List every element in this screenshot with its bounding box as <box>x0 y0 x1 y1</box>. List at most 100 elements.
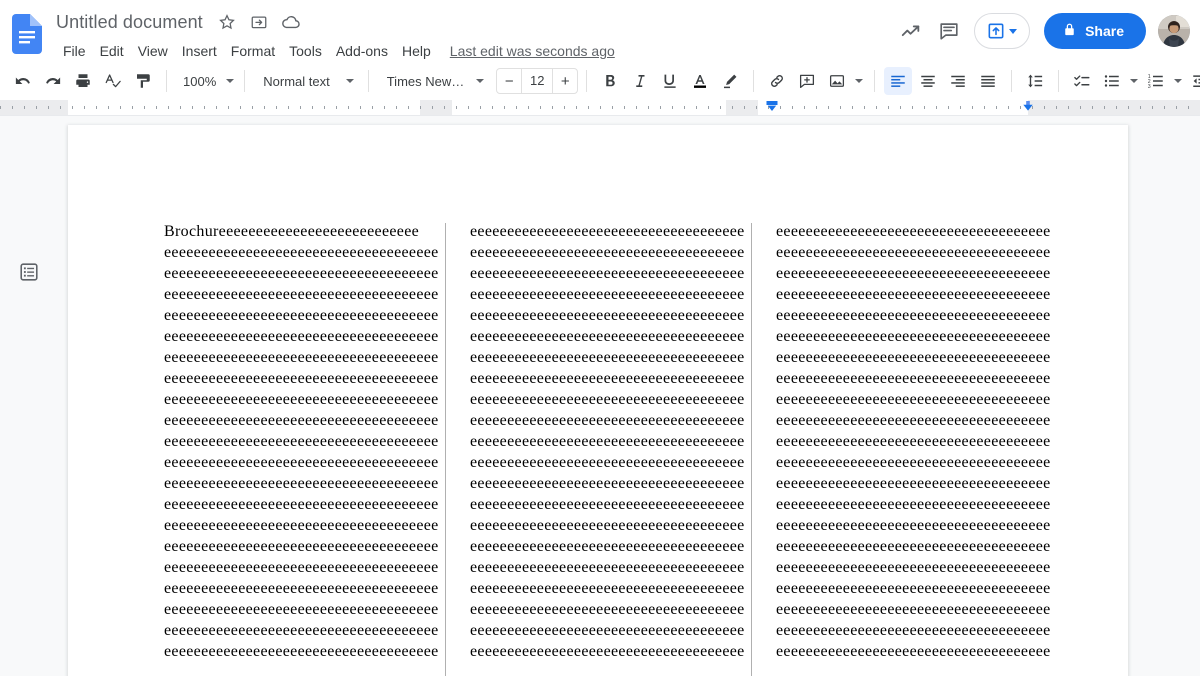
ruler-margin-zone[interactable] <box>1028 100 1200 115</box>
google-docs-logo[interactable] <box>12 14 42 54</box>
text-color-button[interactable] <box>686 67 714 95</box>
ruler-tick <box>444 106 445 109</box>
align-justify-button[interactable] <box>974 67 1002 95</box>
menu-format[interactable]: Format <box>224 41 282 61</box>
add-comment-icon[interactable] <box>793 67 821 95</box>
numbered-list-chevron-down-icon[interactable] <box>1171 67 1185 95</box>
share-button[interactable]: Share <box>1044 13 1146 49</box>
ruler-tick <box>876 106 877 109</box>
undo-icon[interactable] <box>9 67 37 95</box>
document-text-line: eeeeeeeeeeeeeeeeeeeeeeeeeeeeeeeeeeeee <box>164 496 439 513</box>
ruler-tick <box>1104 106 1105 109</box>
ruler-tick <box>1068 106 1069 109</box>
zoom-selector[interactable]: 100% <box>175 67 236 95</box>
ruler-tick <box>132 106 133 109</box>
menu-file[interactable]: File <box>56 41 93 61</box>
insert-link-icon[interactable] <box>763 67 791 95</box>
ruler-margin-zone[interactable] <box>0 100 68 115</box>
title-and-menus: Untitled document File Edit View Insert … <box>52 8 892 63</box>
move-to-folder-icon[interactable] <box>247 10 271 34</box>
text-column-3[interactable]: eeeeeeeeeeeeeeeeeeeeeeeeeeeeeeeeeeeee eee… <box>776 221 1051 662</box>
chevron-down-icon <box>345 79 354 83</box>
comment-history-icon[interactable] <box>930 12 968 50</box>
paragraph-style-selector[interactable]: Normal text <box>253 67 359 95</box>
star-icon[interactable] <box>215 10 239 34</box>
document-text-line: eeeeeeeeeeeeeeeeeeeeeeeeeeeeeeeeeeeee <box>776 601 1051 618</box>
bold-button[interactable] <box>596 67 624 95</box>
ruler-tick <box>1116 106 1117 109</box>
align-right-button[interactable] <box>944 67 972 95</box>
font-size-increase-button[interactable]: + <box>553 69 577 93</box>
ruler-tick <box>156 106 157 109</box>
align-center-button[interactable] <box>914 67 942 95</box>
highlight-pen-icon[interactable] <box>716 67 744 95</box>
redo-icon[interactable] <box>39 67 67 95</box>
document-page[interactable]: Brochureeeeeeeeeeeeeeeeeeeeeeeeeee eeeeee… <box>68 125 1128 676</box>
ruler-tick <box>540 106 541 109</box>
menu-insert[interactable]: Insert <box>175 41 224 61</box>
ruler-tick <box>828 106 829 109</box>
ruler-tick <box>912 106 913 109</box>
text-column-2[interactable]: eeeeeeeeeeeeeeeeeeeeeeeeeeeeeeeeeeeee eee… <box>470 221 745 662</box>
ruler-tick <box>552 106 553 109</box>
ruler-margin-zone[interactable] <box>420 100 452 115</box>
document-text-line: eeeeeeeeeeeeeeeeeeeeeeeeeeeeeeeeeeeee <box>470 622 745 639</box>
insert-image-icon[interactable] <box>823 67 851 95</box>
print-icon[interactable] <box>69 67 97 95</box>
italic-button[interactable] <box>626 67 654 95</box>
document-text-line: eeeeeeeeeeeeeeeeeeeeeeeeeeeeeeeeeeeee <box>470 496 745 513</box>
ruler-tick <box>108 106 109 109</box>
text-column-1[interactable]: Brochureeeeeeeeeeeeeeeeeeeeeeeeeee eeeeee… <box>164 221 439 662</box>
last-edit-status[interactable]: Last edit was seconds ago <box>450 43 615 59</box>
account-avatar[interactable] <box>1158 15 1190 47</box>
document-title[interactable]: Untitled document <box>52 11 207 34</box>
document-ruler[interactable] <box>0 100 1200 116</box>
document-text-line: eeeeeeeeeeeeeeeeeeeeeeeeeeeeeeeeeeeee <box>164 328 439 345</box>
numbered-list-button[interactable]: 1 2 3 <box>1142 67 1170 95</box>
underline-button[interactable] <box>656 67 684 95</box>
line-spacing-button[interactable] <box>1021 67 1049 95</box>
ruler-margin-zone[interactable] <box>726 100 758 115</box>
bulleted-list-button[interactable] <box>1098 67 1126 95</box>
menu-help[interactable]: Help <box>395 41 438 61</box>
menu-edit[interactable]: Edit <box>93 41 131 61</box>
right-indent-marker[interactable] <box>1022 100 1034 115</box>
ruler-tick <box>528 106 529 109</box>
decrease-indent-button[interactable] <box>1186 67 1200 95</box>
menu-add-ons[interactable]: Add-ons <box>329 41 395 61</box>
font-family-selector[interactable]: Times New… <box>377 67 491 95</box>
document-canvas: Brochureeeeeeeeeeeeeeeeeeeeeeeeeee eeeeee… <box>0 116 1200 676</box>
insert-image-chevron-down-icon[interactable] <box>852 67 866 95</box>
cloud-saved-icon[interactable] <box>279 10 303 34</box>
ruler-tick <box>1044 106 1045 109</box>
font-size-value[interactable]: 12 <box>521 69 554 93</box>
checklist-button[interactable] <box>1068 67 1096 95</box>
spellcheck-icon[interactable] <box>99 67 127 95</box>
toolbar-divider <box>367 70 369 92</box>
ruler-tick <box>984 106 985 109</box>
bulleted-list-chevron-down-icon[interactable] <box>1127 67 1141 95</box>
document-text-line: eeeeeeeeeeeeeeeeeeeeeeeeeeeeeeeeeeeee <box>776 538 1051 555</box>
toolbar-divider <box>166 70 167 92</box>
ruler-tick <box>180 106 181 109</box>
document-text-line: eeeeeeeeeeeeeeeeeeeeeeeeeeeeeeeeeeeee <box>776 328 1051 345</box>
first-line-indent-marker[interactable] <box>766 100 778 115</box>
menu-view[interactable]: View <box>131 41 175 61</box>
document-text-line: eeeeeeeeeeeeeeeeeeeeeeeeeeeeeeeeeeeee <box>776 265 1051 282</box>
ruler-tick <box>420 106 421 109</box>
paint-format-icon[interactable] <box>129 67 157 95</box>
document-text-line: eeeeeeeeeeeeeeeeeeeeeeeeeeeeeeeeeeeee <box>470 370 745 387</box>
ruler-tick <box>336 106 337 109</box>
document-text-line: eeeeeeeeeeeeeeeeeeeeeeeeeeeeeeeeeeeee <box>164 538 439 555</box>
font-size-decrease-button[interactable]: − <box>497 69 521 93</box>
activity-dashboard-icon[interactable] <box>892 12 930 50</box>
ruler-tick <box>564 106 565 109</box>
menu-tools[interactable]: Tools <box>282 41 329 61</box>
share-button-label: Share <box>1085 23 1124 39</box>
align-left-button[interactable] <box>884 67 913 95</box>
column-gap-2 <box>726 221 776 676</box>
document-outline-icon[interactable] <box>16 259 42 285</box>
document-text-line: eeeeeeeeeeeeeeeeeeeeeeeeeeeeeeeeeeeee <box>776 286 1051 303</box>
document-text-line: eeeeeeeeeeeeeeeeeeeeeeeeeeeeeeeeeeeee <box>164 580 439 597</box>
present-button[interactable] <box>974 13 1031 49</box>
